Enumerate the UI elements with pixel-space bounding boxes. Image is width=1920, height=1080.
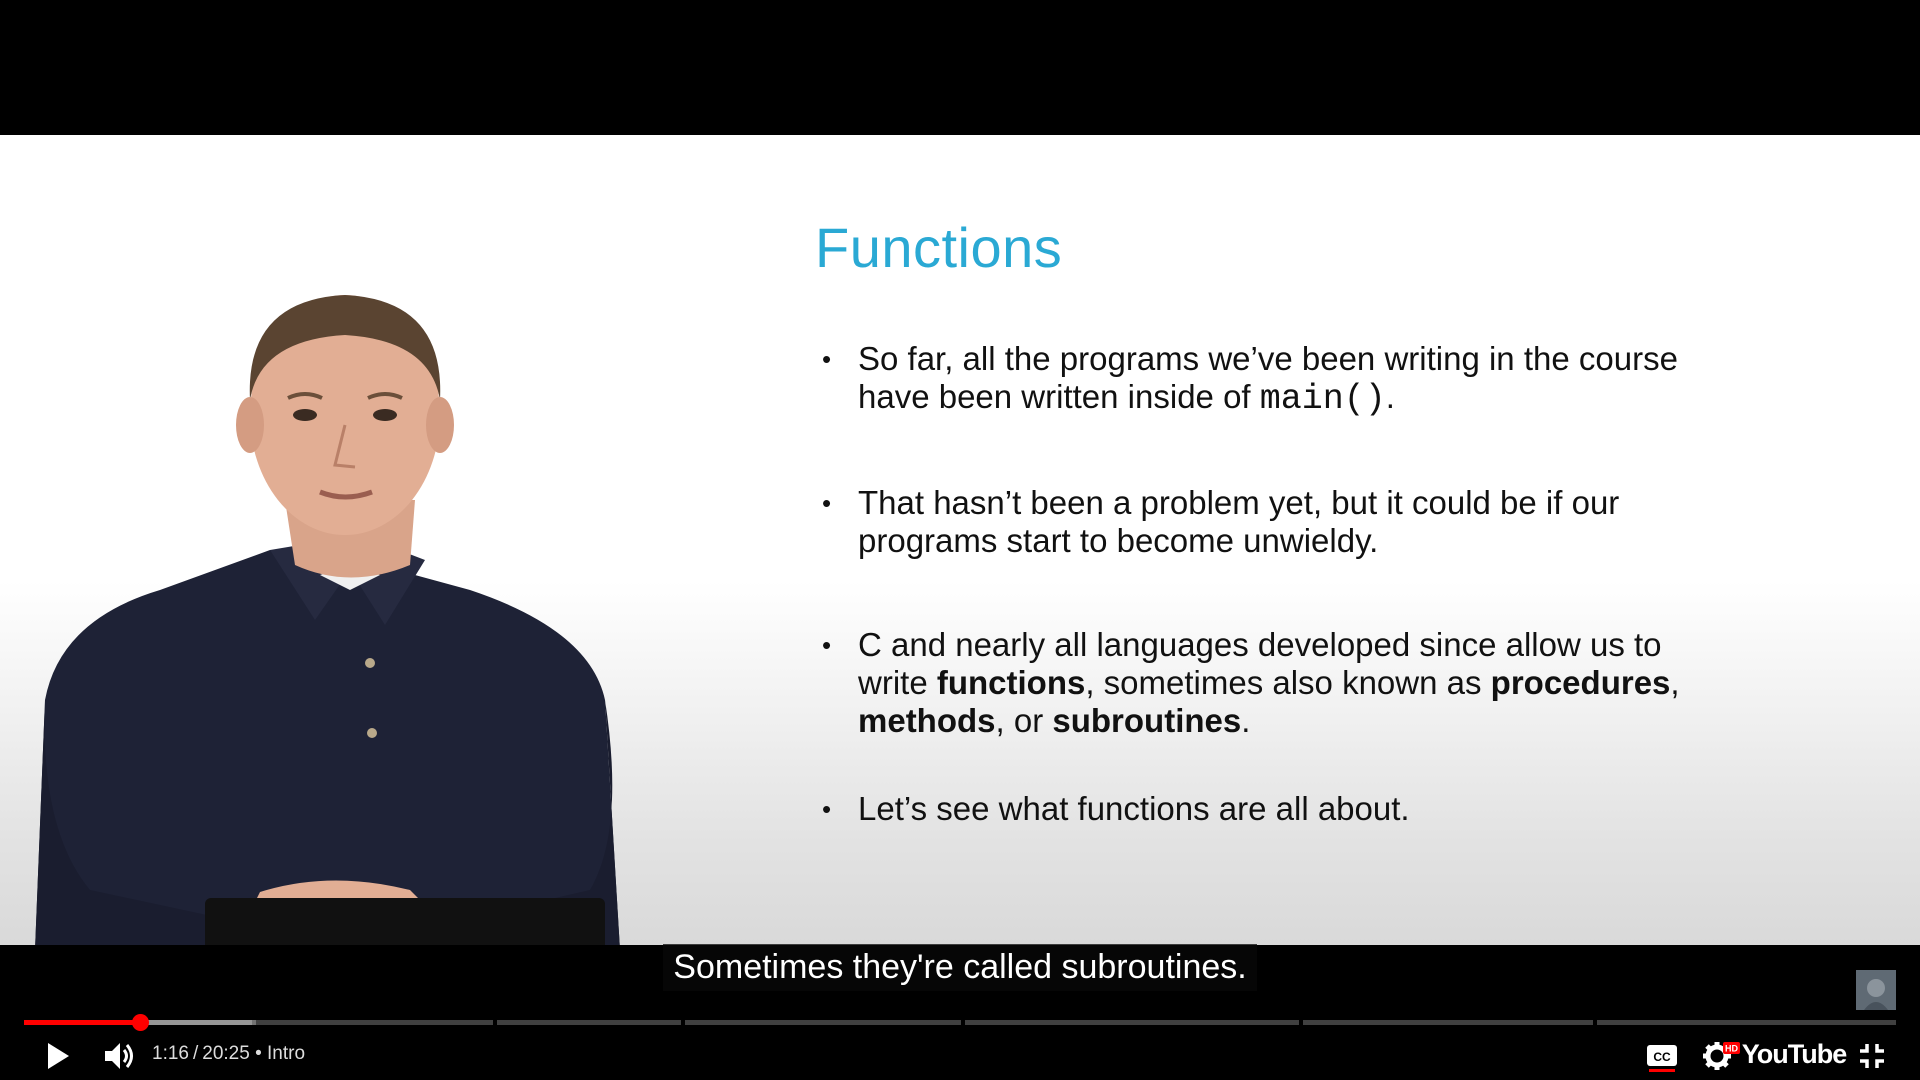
slide-bullet-list: • So far, all the programs we’ve been wri… [822,340,1722,894]
svg-text:HD: HD [1725,1044,1738,1054]
settings-button[interactable]: HD [1700,1038,1742,1074]
chapter-segment[interactable] [497,1020,681,1025]
exit-fullscreen-icon [1860,1044,1884,1068]
youtube-logo-text: YouTube [1741,1038,1847,1069]
svg-text:CC: CC [1653,1050,1671,1064]
chapter-segment[interactable] [1303,1020,1593,1025]
scrubber-handle[interactable] [132,1014,149,1031]
settings-icon: HD [1703,1042,1740,1070]
cc-icon: CC [1647,1045,1677,1072]
slide-bullet: • C and nearly all languages developed si… [822,626,1680,739]
played-bar [24,1020,140,1025]
time-display: 1:16/20:25 • Intro [152,1043,305,1065]
play-button[interactable] [38,1038,78,1074]
exit-fullscreen-button[interactable] [1852,1038,1892,1074]
slide-title: Functions [815,216,1063,279]
chapter-segment[interactable] [685,1020,961,1025]
slide-bullet: • So far, all the programs we’ve been wri… [822,340,1678,419]
chapter-segment[interactable] [965,1020,1299,1025]
subtitles-button[interactable]: CC [1644,1038,1680,1074]
duration: 20:25 [202,1043,250,1064]
play-icon [48,1043,69,1069]
slide-bullet: • Let’s see what functions are all about. [822,790,1410,827]
time-separator: / [192,1043,199,1064]
youtube-logo[interactable]: YouTube [1742,1036,1847,1072]
mute-button[interactable] [98,1038,142,1074]
chapter-segment[interactable] [1597,1020,1896,1025]
slide-bullet: • That hasn’t been a problem yet, but it … [822,484,1620,559]
subtitle-caption: Sometimes they're called subroutines. [0,944,1920,991]
chapter-segment[interactable] [256,1020,493,1025]
tablet-device [205,898,605,945]
channel-watermark[interactable] [1856,970,1896,1010]
chapter-title[interactable]: • Intro [255,1043,305,1064]
current-time: 1:16 [152,1043,189,1064]
presenter-figure [35,295,620,945]
video-player[interactable]: Functions • So far, all the programs we’v… [0,0,1920,1080]
progress-bar[interactable] [24,1014,1896,1031]
video-frame[interactable]: Functions • So far, all the programs we’v… [0,135,1920,945]
volume-icon [105,1043,133,1069]
